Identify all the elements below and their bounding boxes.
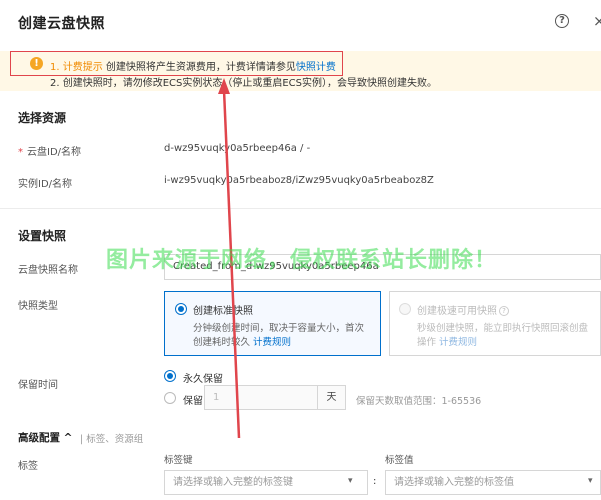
watermark-text: 图片来源于网络，侵权联系站长删除！ [106,248,498,273]
